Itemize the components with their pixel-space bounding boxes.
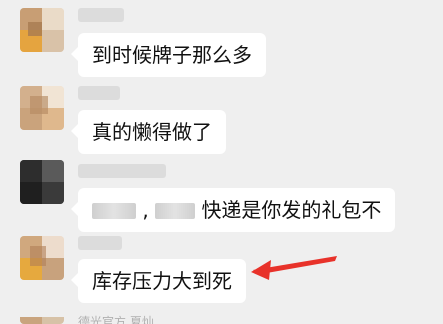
message-bubble[interactable]: 到时候牌子那么多 [71, 33, 266, 77]
sender-name [78, 86, 120, 100]
redacted-text [92, 203, 136, 219]
avatar[interactable] [20, 160, 64, 204]
avatar[interactable] [20, 313, 64, 324]
redacted-text [155, 203, 196, 219]
message-text-part: 快递是你发的礼包不 [201, 198, 382, 222]
message-text: 库存压力大到死 [92, 269, 232, 293]
message-bubble[interactable]: 库存压力大到死 [71, 259, 246, 303]
sender-name [78, 8, 124, 22]
chat-window: 到时候牌子那么多 真的懒得做了 , 快递是你发的礼包不 库存压力大到死 德光官方… [0, 0, 443, 324]
message-text: 真的懒得做了 [92, 120, 212, 144]
message-bubble[interactable]: , 快递是你发的礼包不 [70, 188, 396, 232]
red-arrow-icon [251, 256, 337, 280]
message-bubble[interactable]: 真的懒得做了 [71, 110, 226, 154]
next-sender-name: 德光官方 夏灿 [78, 315, 154, 324]
message-text: 到时候牌子那么多 [92, 43, 252, 67]
avatar[interactable] [20, 236, 64, 280]
avatar[interactable] [20, 86, 64, 130]
sender-name [78, 164, 166, 178]
sender-name [78, 236, 122, 250]
avatar[interactable] [20, 8, 64, 52]
message-text-part: , [142, 198, 149, 222]
